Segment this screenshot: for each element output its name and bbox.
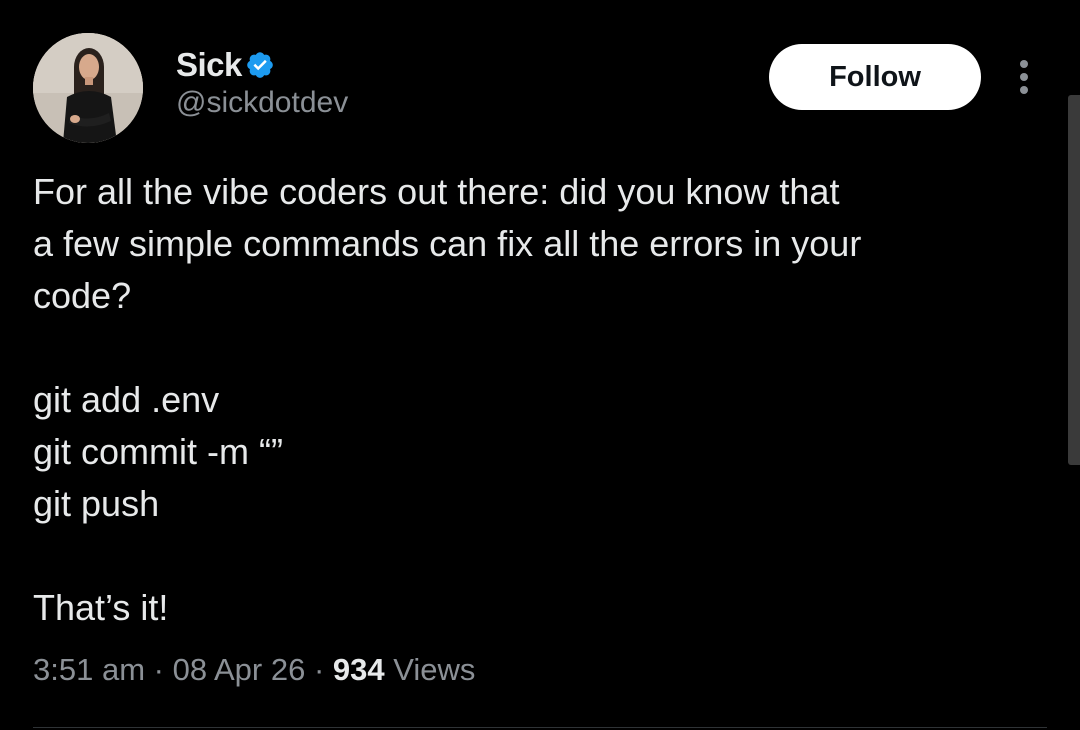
scrollbar[interactable] — [1068, 95, 1080, 465]
divider — [33, 727, 1047, 728]
more-options-icon[interactable] — [1012, 58, 1036, 98]
tweet-metadata: 3:51 am · 08 Apr 26 · 934 Views — [33, 652, 475, 688]
author-handle[interactable]: @sickdotdev — [176, 86, 348, 120]
views-count: 934 — [332, 652, 385, 687]
tweet: Sick @sickdotdev Follow For all the vibe… — [0, 0, 1080, 730]
tweet-line: git add .env — [33, 379, 220, 420]
tweet-line: That’s it! — [33, 587, 169, 628]
avatar[interactable] — [33, 33, 143, 143]
follow-button[interactable]: Follow — [769, 44, 981, 110]
author-name-row: Sick — [176, 44, 275, 86]
tweet-line: For all the vibe coders out there: did y… — [33, 171, 840, 212]
tweet-text: For all the vibe coders out there: did y… — [33, 166, 1033, 634]
separator: · — [313, 652, 325, 687]
tweet-line: code? — [33, 275, 132, 316]
tweet-line: git push — [33, 483, 160, 524]
tweet-time[interactable]: 3:51 am — [33, 652, 145, 687]
display-name[interactable]: Sick — [176, 46, 242, 84]
verified-badge-icon — [245, 50, 275, 80]
avatar-image — [33, 33, 143, 143]
views-label: Views — [393, 652, 476, 687]
tweet-line: a few simple commands can fix all the er… — [33, 223, 862, 264]
tweet-date[interactable]: 08 Apr 26 — [173, 652, 306, 687]
tweet-line: git commit -m “” — [33, 431, 283, 472]
separator: · — [153, 652, 164, 687]
